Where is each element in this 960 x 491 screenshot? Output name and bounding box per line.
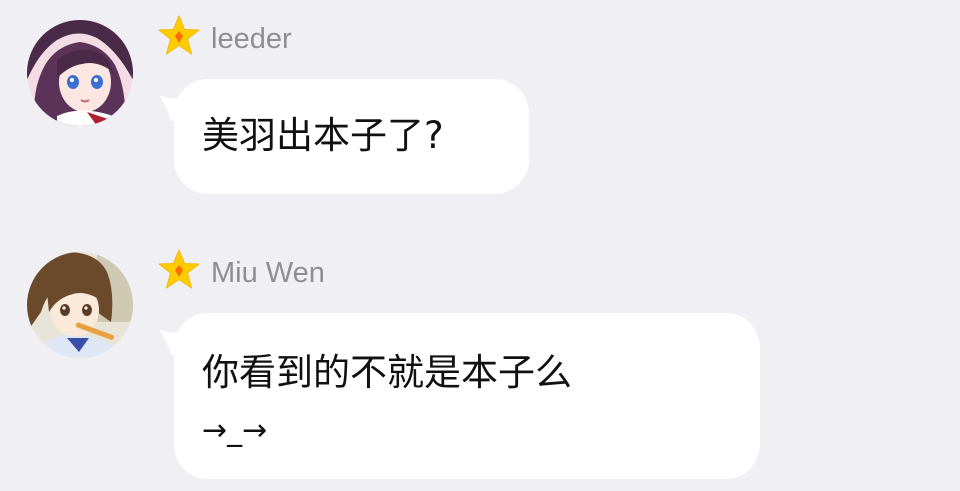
chat-message: Miu Wen 你看到的不就是本子么 →_→ <box>0 0 960 491</box>
message-text: →_→ <box>202 413 268 448</box>
sender-name[interactable]: Miu Wen <box>211 255 325 291</box>
message-text: 你看到的不就是本子么 <box>202 351 572 394</box>
user-avatar[interactable] <box>27 252 133 358</box>
message-bubble[interactable]: 你看到的不就是本子么 →_→ <box>174 313 760 479</box>
anime-girl-brown-hair-avatar <box>27 252 133 358</box>
star-badge-icon <box>158 249 200 289</box>
